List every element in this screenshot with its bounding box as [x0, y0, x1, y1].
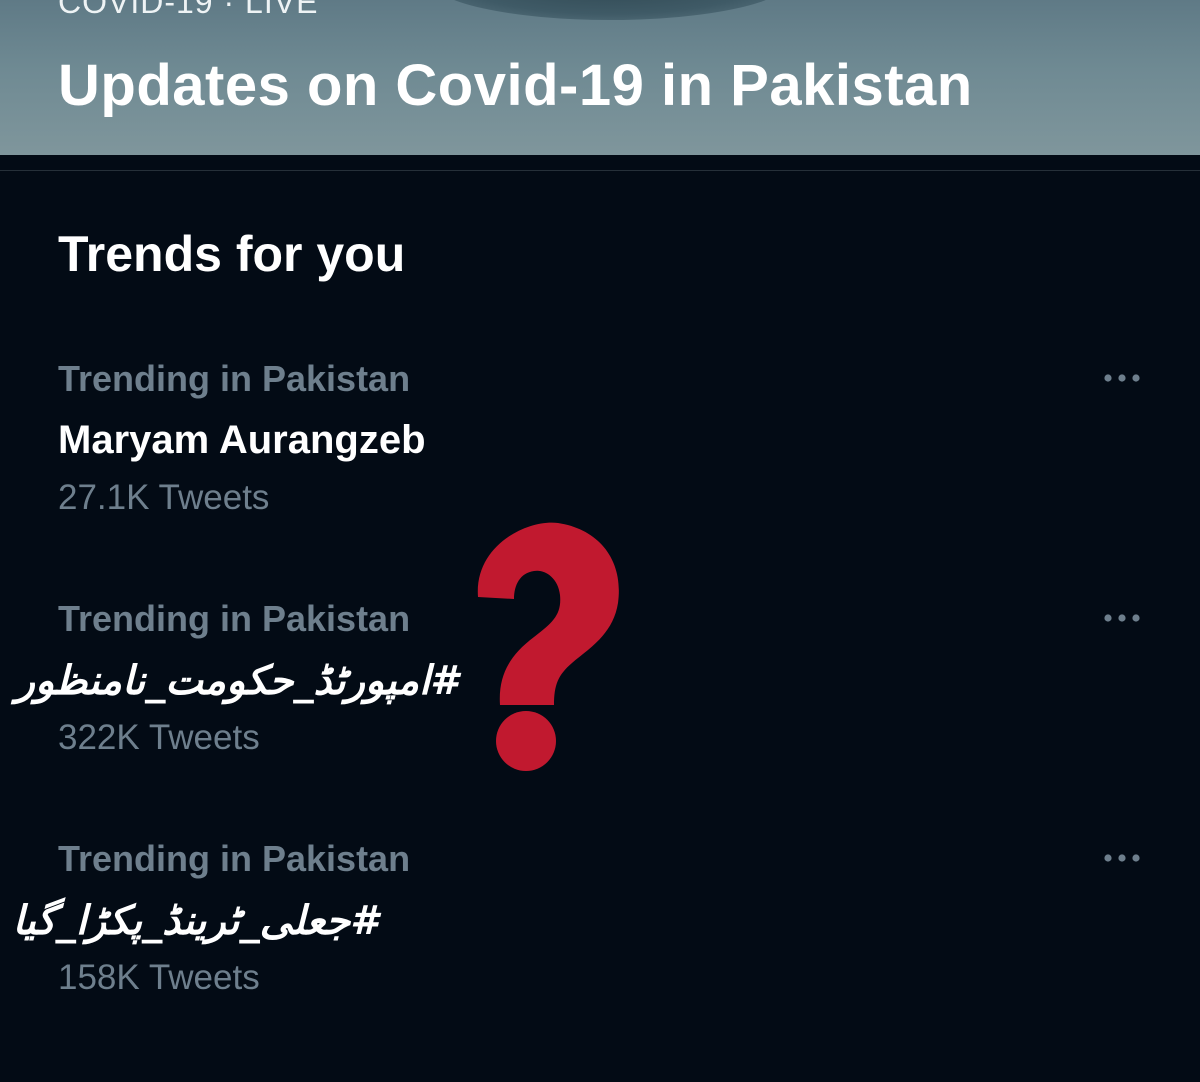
live-event-banner[interactable]: COVID-19 · LIVE Updates on Covid-19 in P… — [0, 0, 1200, 155]
more-horizontal-icon — [1104, 854, 1140, 862]
more-options-button[interactable] — [1092, 838, 1152, 878]
more-options-button[interactable] — [1092, 358, 1152, 398]
trend-context: Trending in Pakistan — [58, 358, 411, 399]
trend-context: Trending in Pakistan — [58, 598, 411, 639]
divider — [0, 170, 1200, 171]
question-mark-icon — [477, 522, 619, 771]
more-options-button[interactable] — [1092, 598, 1152, 638]
trend-tweet-count: 322K Tweets — [58, 718, 260, 757]
trend-tweet-count: 27.1K Tweets — [58, 478, 270, 517]
trend-context: Trending in Pakistan — [58, 838, 411, 879]
trend-tweet-count: 158K Tweets — [58, 958, 260, 997]
banner-kicker: COVID-19 · LIVE — [58, 0, 319, 20]
more-horizontal-icon — [1104, 614, 1140, 622]
trend-name: Maryam Aurangzeb — [58, 418, 426, 462]
more-horizontal-icon — [1104, 374, 1140, 382]
banner-title: Updates on Covid-19 in Pakistan — [58, 53, 973, 118]
trend-name: #امپورٹڈ_حکومت_نامنظور — [15, 658, 458, 704]
trend-name: #جعلی_ٹرینڈ_پکڑا_گیا — [12, 898, 378, 944]
trend-item[interactable]: Trending in Pakistan #جعلی_ٹرینڈ_پکڑا_گی… — [0, 838, 1200, 1038]
trends-section-title: Trends for you — [58, 226, 406, 282]
banner-image — [430, 0, 790, 20]
